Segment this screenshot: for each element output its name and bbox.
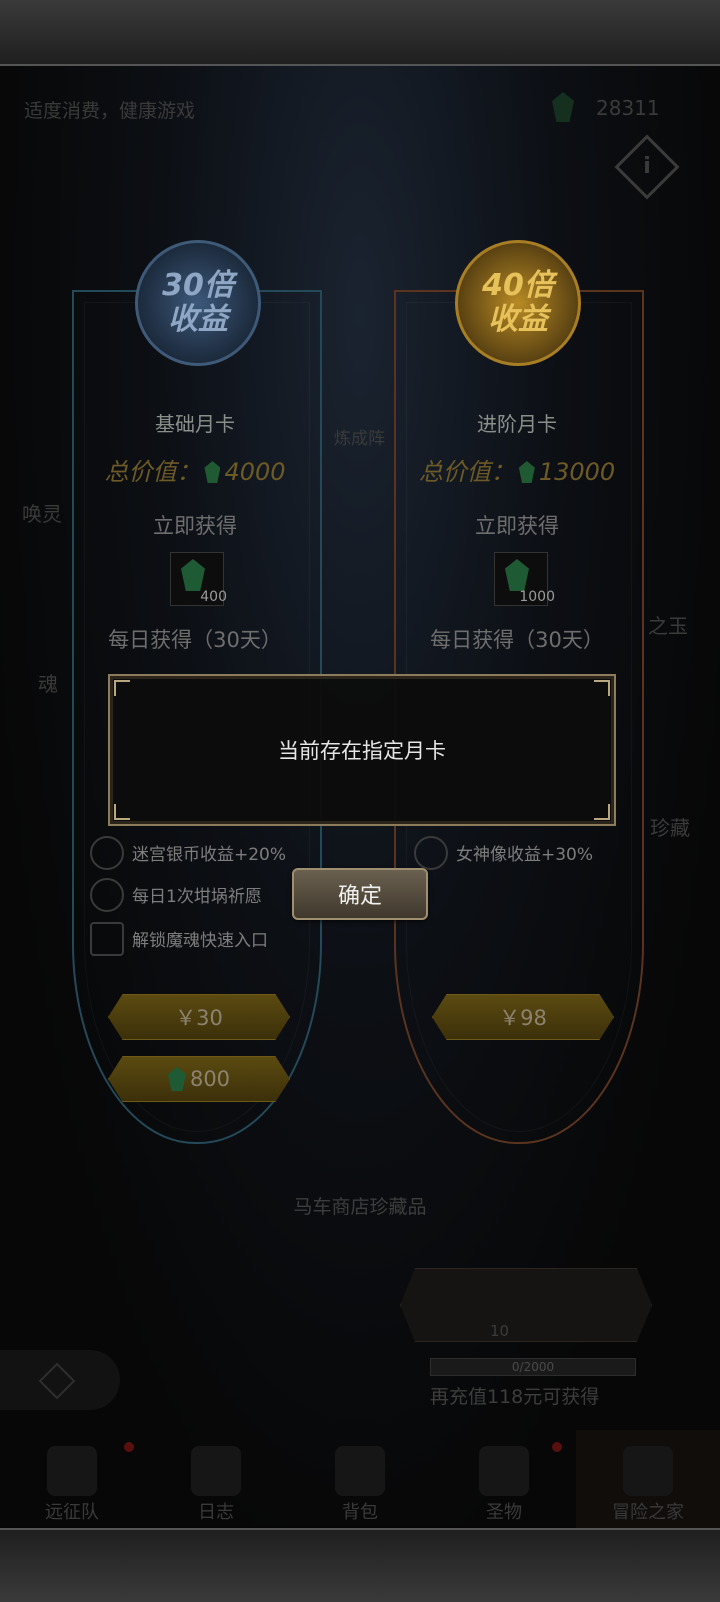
multiplier-badge: 40倍 收益 (455, 240, 581, 366)
nav-label: 背包 (342, 1502, 378, 1523)
confirm-label: 确定 (337, 884, 382, 909)
back-arrow-icon (38, 1362, 76, 1400)
nav-expedition[interactable]: 远征队 (0, 1430, 144, 1528)
chalice-icon (479, 1446, 529, 1496)
recharge-progress: 0/2000 (430, 1358, 636, 1376)
reward-preview[interactable] (400, 1268, 652, 1342)
nav-bag[interactable]: 背包 (288, 1430, 432, 1528)
bottom-nav: 远征队 日志 背包 圣物 冒险之家 (0, 1430, 720, 1528)
benefit-text: 每日1次坩埚祈愿 (132, 887, 262, 907)
reward-qty: 10 (490, 1322, 510, 1340)
nav-label: 日志 (198, 1502, 234, 1523)
coin-icon (90, 836, 124, 870)
badge-line: 30倍 (162, 268, 234, 303)
multiplier-badge: 30倍 收益 (135, 240, 261, 366)
gem-icon (181, 559, 205, 591)
price-label: ￥30 (175, 1006, 223, 1030)
gem-balance: 28311 (596, 96, 660, 120)
buy-price-button[interactable]: ￥98 (432, 994, 614, 1040)
card-title: 基础月卡 (155, 412, 235, 436)
reward-item[interactable]: 1000 (494, 552, 555, 606)
alert-dialog: 当前存在指定月卡 (108, 674, 616, 826)
progress-text: 0/2000 (511, 1360, 555, 1374)
badge-line: 收益 (168, 302, 228, 337)
gem-icon (518, 461, 535, 483)
nav-log[interactable]: 日志 (144, 1430, 288, 1528)
total-amount: 13000 (538, 458, 616, 486)
notification-dot (552, 1442, 562, 1452)
gem-icon (167, 1067, 186, 1091)
nav-home[interactable]: 冒险之家 (576, 1430, 720, 1528)
total-label: 总价值： (104, 458, 201, 486)
item-qty: 400 (200, 589, 227, 605)
bag-icon (335, 1446, 385, 1496)
badge-line: 收益 (488, 302, 548, 337)
home-icon (623, 1446, 673, 1496)
nav-label: 远征队 (45, 1502, 99, 1523)
top-frame-bar (0, 0, 720, 66)
instant-label: 立即获得 (153, 514, 237, 538)
helmet-icon (47, 1446, 97, 1496)
buy-price-button[interactable]: ￥30 (108, 994, 290, 1040)
item-qty: 1000 (519, 589, 555, 605)
gem-price-label: 800 (189, 1067, 231, 1091)
total-value: 总价值： 4000 (72, 452, 318, 487)
gem-icon (505, 559, 529, 591)
daily-label: 每日获得（30天） (430, 628, 604, 652)
bottom-frame-bar (0, 1528, 720, 1602)
benefit-text: 解锁魔魂快速入口 (132, 931, 268, 951)
nav-label: 圣物 (486, 1502, 522, 1523)
price-label: ￥98 (499, 1006, 547, 1030)
tree-icon (90, 878, 124, 912)
side-label: 炼成阵 (334, 429, 385, 449)
instant-label: 立即获得 (475, 514, 559, 538)
portal-icon (90, 922, 124, 956)
side-label: 魂 (38, 672, 58, 696)
total-value: 总价值： 13000 (394, 452, 640, 487)
notification-dot (124, 1442, 134, 1452)
side-label: 唤灵 (22, 502, 62, 526)
info-icon: i (643, 154, 651, 179)
card-title: 进阶月卡 (477, 412, 557, 436)
benefit-text: 迷宫银币收益+20% (132, 845, 287, 865)
benefit-text: 女神像收益+30% (456, 845, 594, 865)
dialog-message: 当前存在指定月卡 (278, 739, 446, 763)
total-label: 总价值： (418, 458, 515, 486)
shop-label: 马车商店珍藏品 (293, 1196, 427, 1218)
buy-gem-button[interactable]: 800 (108, 1056, 290, 1102)
goddess-icon (414, 836, 448, 870)
reward-item[interactable]: 400 (170, 552, 227, 606)
healthy-gaming-hint: 适度消费，健康游戏 (24, 100, 196, 122)
gem-icon (204, 461, 221, 483)
side-label: 之玉 (648, 614, 688, 638)
recharge-hint: 再充值118元可获得 (430, 1386, 600, 1408)
confirm-button[interactable]: 确定 (292, 868, 428, 920)
side-label: 珍藏 (650, 816, 690, 840)
total-amount: 4000 (224, 458, 286, 486)
nav-label: 冒险之家 (612, 1502, 684, 1523)
back-button[interactable] (0, 1350, 120, 1410)
badge-line: 40倍 (482, 268, 554, 303)
book-icon (191, 1446, 241, 1496)
daily-label: 每日获得（30天） (108, 628, 282, 652)
